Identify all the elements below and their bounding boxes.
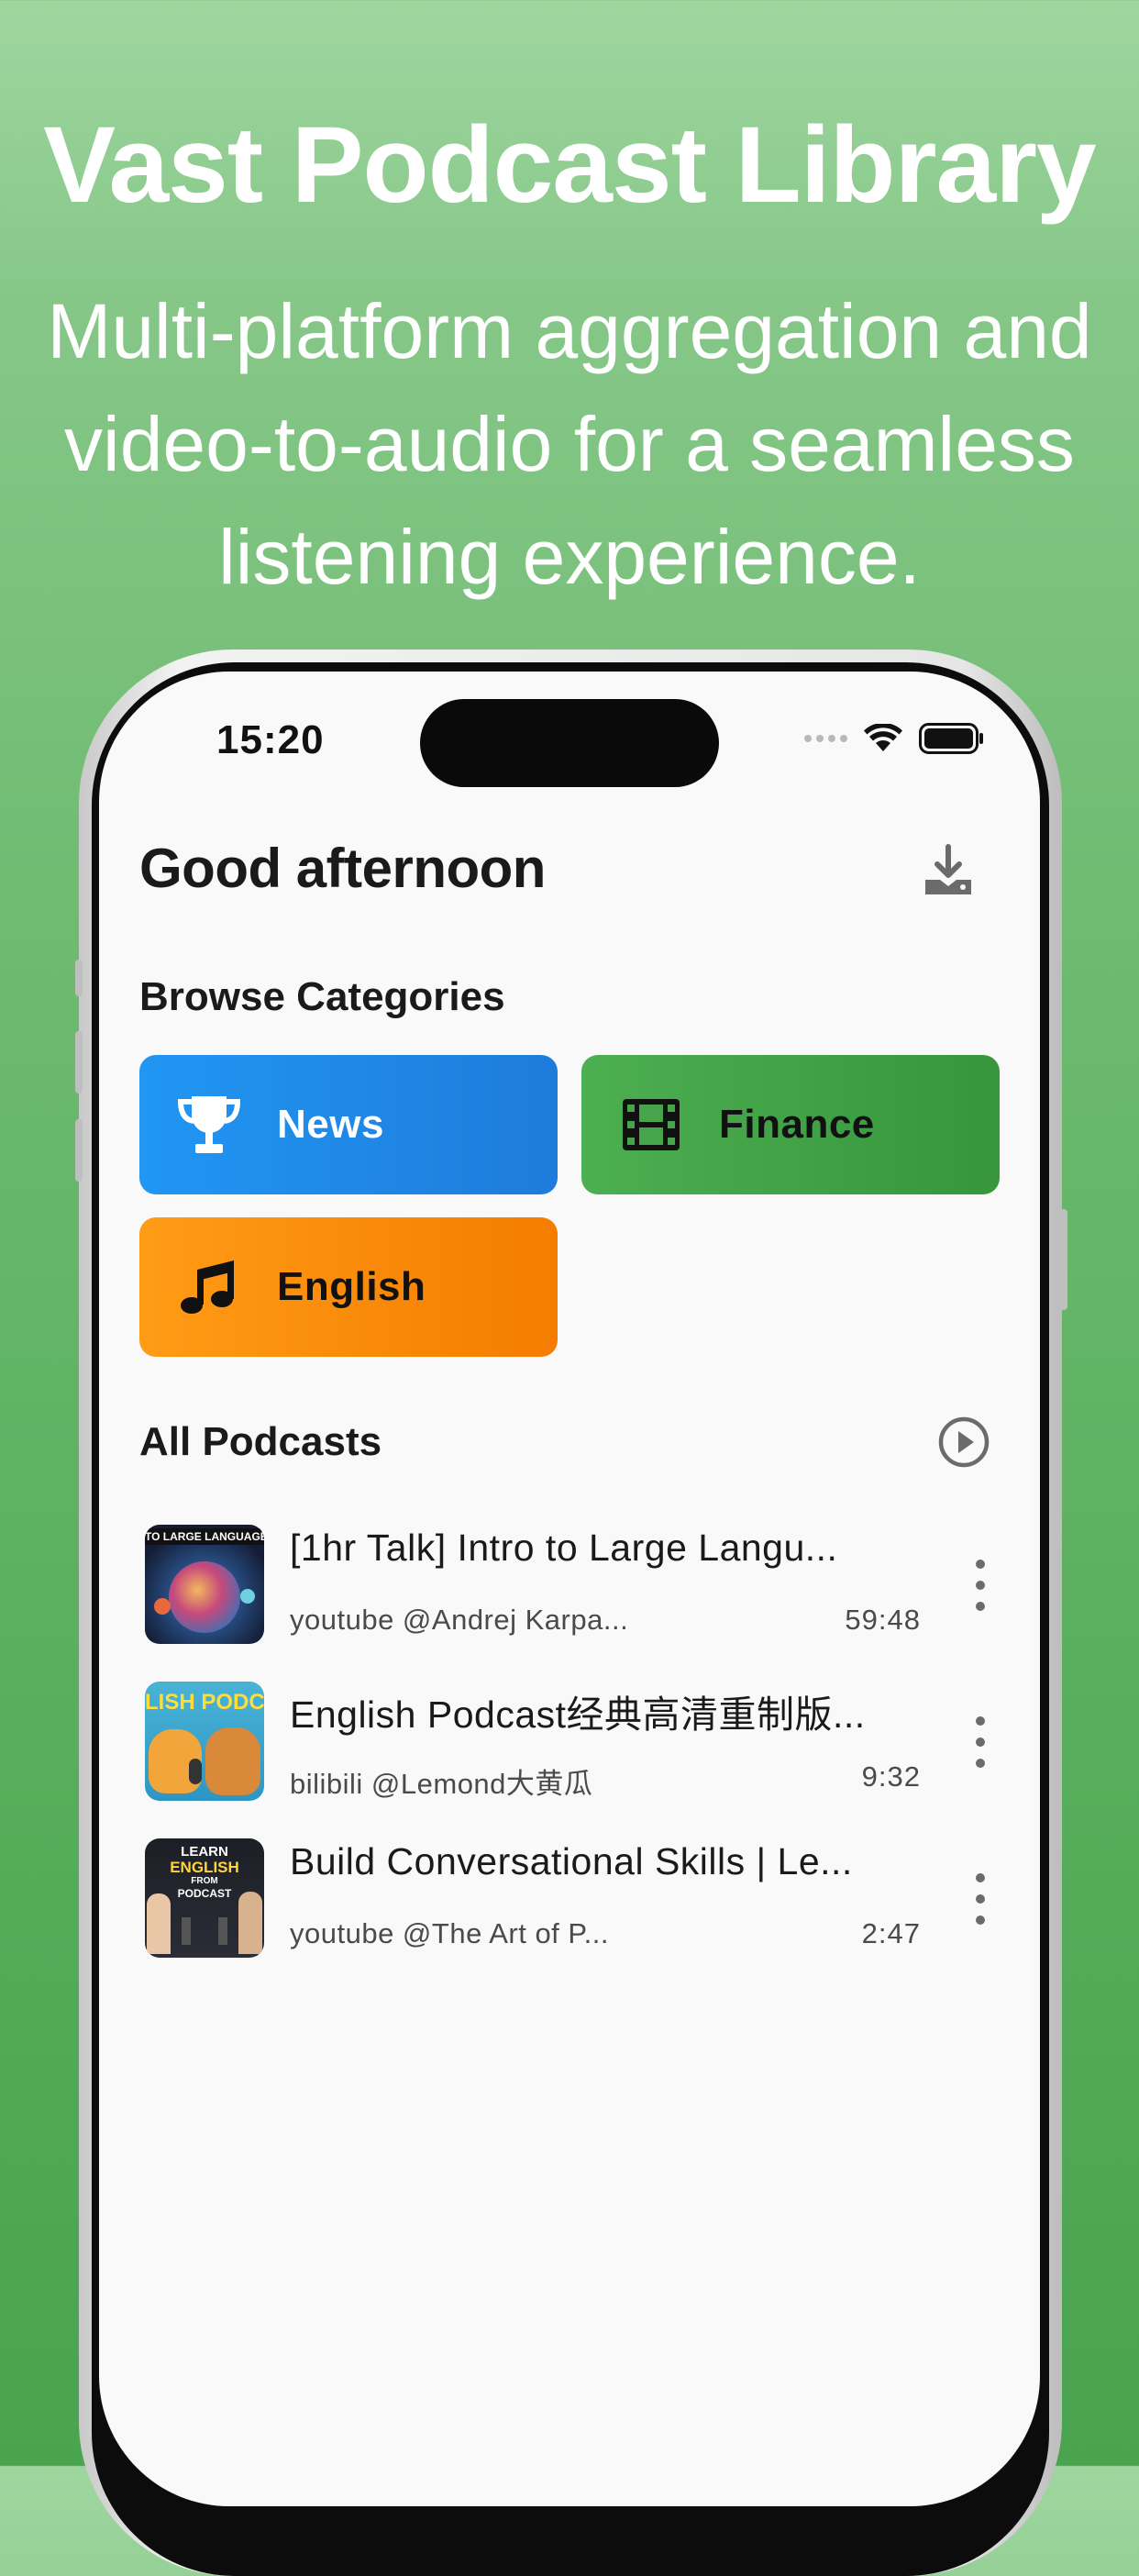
wifi-icon [864, 724, 902, 751]
status-time: 15:20 [216, 717, 325, 762]
category-news[interactable]: News [139, 1055, 558, 1194]
category-finance[interactable]: Finance [581, 1055, 1000, 1194]
podcast-duration: 59:48 [845, 1604, 921, 1636]
category-english[interactable]: English [139, 1217, 558, 1357]
trophy-icon [174, 1090, 244, 1160]
podcast-source: youtube @Andrej Karpa... [290, 1604, 629, 1636]
podcast-title: [1hr Talk] Intro to Large Langu... [290, 1527, 838, 1569]
podcast-thumbnail: TO LARGE LANGUAGE MO [145, 1525, 264, 1644]
thumbnail-text: FROM [191, 1876, 218, 1886]
podcast-item[interactable]: TO LARGE LANGUAGE MO [1hr Talk] Intro to… [145, 1525, 1007, 1646]
category-label: News [277, 1102, 384, 1147]
thumbnail-text: LISH PODCA [145, 1690, 264, 1715]
thumbnail-text: TO LARGE LANGUAGE MO [145, 1528, 264, 1545]
podcast-thumbnail: LISH PODCA [145, 1682, 264, 1801]
all-podcasts-title: All Podcasts [139, 1419, 382, 1464]
download-button[interactable] [919, 840, 978, 899]
hero-subtitle: Multi-platform aggregation and video-to-… [47, 288, 1092, 600]
more-options-icon[interactable] [967, 1716, 994, 1768]
podcast-source: bilibili @Lemond大黄瓜 [290, 1768, 593, 1800]
podcast-title: English Podcast经典高清重制版... [290, 1693, 866, 1736]
category-label: Finance [719, 1102, 875, 1147]
battery-icon [919, 723, 983, 754]
category-label: English [277, 1264, 426, 1309]
cellular-signal-icon [804, 735, 847, 742]
thumbnail-text: ENGLISH [170, 1859, 239, 1876]
more-options-icon[interactable] [967, 1873, 994, 1925]
phone-volume-down [75, 1119, 83, 1182]
phone-volume-up [75, 1031, 83, 1094]
podcast-item[interactable]: LISH PODCA English Podcast经典高清重制版... bil… [145, 1682, 1007, 1803]
podcast-item[interactable]: LEARN ENGLISH FROM PODCAST Build Convers… [145, 1838, 1007, 1960]
hero-title: Vast Podcast Library [43, 105, 1096, 226]
phone-silent-switch [75, 960, 83, 996]
more-options-icon[interactable] [967, 1560, 994, 1611]
podcast-duration: 9:32 [861, 1760, 921, 1793]
play-circle-icon[interactable] [937, 1416, 990, 1469]
podcast-title: Build Conversational Skills | Le... [290, 1840, 853, 1882]
podcast-thumbnail: LEARN ENGLISH FROM PODCAST [145, 1838, 264, 1958]
download-icon [925, 844, 971, 894]
podcast-duration: 2:47 [861, 1917, 921, 1949]
phone-power-button [1060, 1209, 1067, 1310]
dynamic-island [420, 699, 719, 787]
browse-categories-title: Browse Categories [139, 974, 505, 1019]
app-screen: 15:20 Good afternoon Browse Categories N… [99, 672, 1040, 2506]
film-icon [616, 1090, 686, 1160]
greeting-title: Good afternoon [139, 838, 546, 899]
podcast-source: youtube @The Art of P... [290, 1917, 609, 1949]
status-icons [804, 723, 985, 754]
music-note-icon [174, 1252, 244, 1322]
